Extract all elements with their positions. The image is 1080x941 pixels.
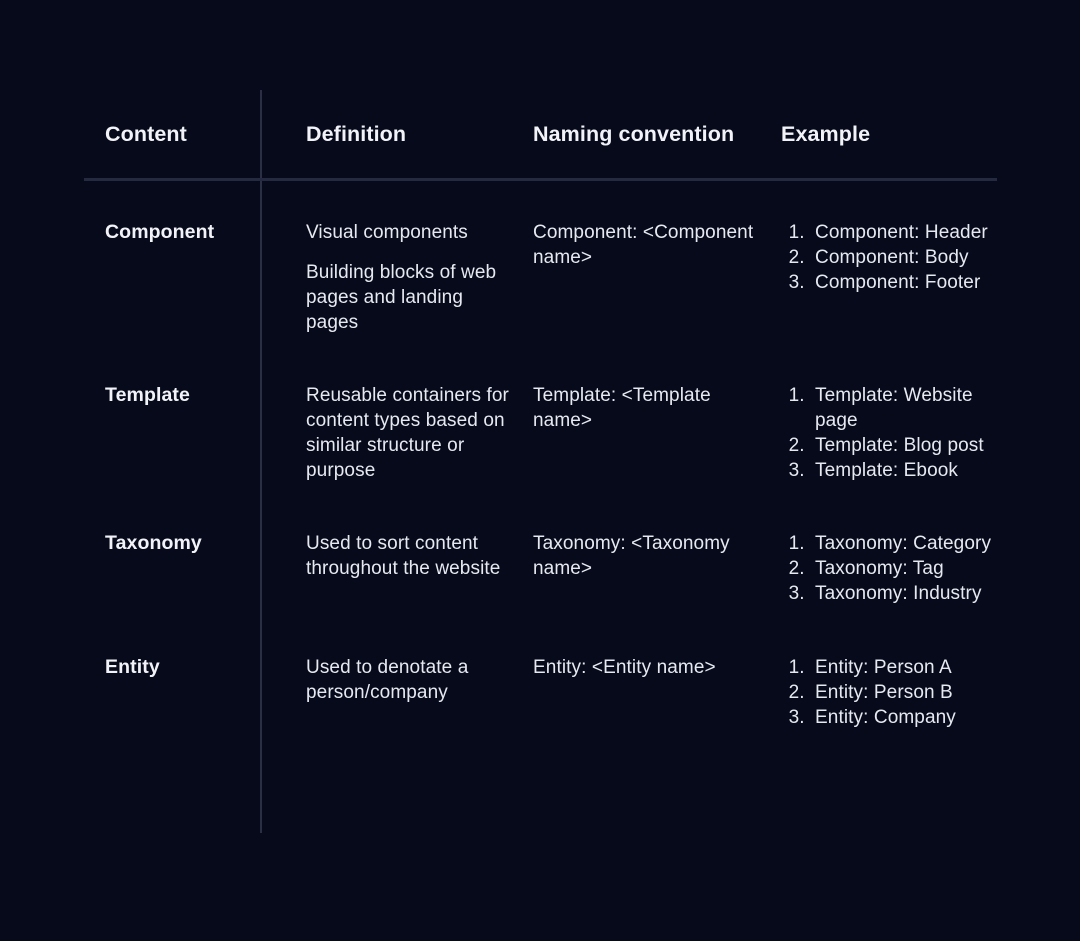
list-item: Template: Website page bbox=[810, 383, 997, 433]
row-content-cell: Component bbox=[84, 220, 283, 335]
row-naming-cell: Component: <Component name> bbox=[509, 220, 758, 335]
list-item: Entity: Person B bbox=[810, 680, 997, 705]
example-list: Component: Header Component: Body Compon… bbox=[781, 220, 997, 295]
table-row: Component Visual components Building blo… bbox=[84, 184, 997, 335]
row-definition-cell: Used to sort content throughout the webs… bbox=[283, 531, 509, 606]
list-item: Component: Footer bbox=[810, 270, 997, 295]
row-label: Template bbox=[105, 383, 190, 406]
definition-paragraph: Building blocks of web pages and landing… bbox=[306, 261, 497, 333]
naming-convention-text: Template: <Template name> bbox=[533, 384, 711, 431]
row-definition-cell: Visual components Building blocks of web… bbox=[283, 220, 509, 335]
definition-paragraph: Used to sort content throughout the webs… bbox=[306, 532, 501, 579]
definition-paragraph: Reusable containers for content types ba… bbox=[306, 384, 509, 481]
column-header-label: Naming convention bbox=[533, 122, 735, 146]
naming-convention-text: Entity: <Entity name> bbox=[533, 656, 716, 678]
row-content-cell: Entity bbox=[84, 655, 283, 730]
row-definition-cell: Reusable containers for content types ba… bbox=[283, 383, 509, 483]
row-example-cell: Entity: Person A Entity: Person B Entity… bbox=[758, 655, 997, 730]
table-row: Entity Used to denotate a person/company… bbox=[84, 606, 997, 730]
list-item: Taxonomy: Category bbox=[810, 531, 997, 556]
table-row: Template Reusable containers for content… bbox=[84, 335, 997, 483]
definition-paragraph: Visual components bbox=[306, 221, 468, 243]
list-item: Template: Ebook bbox=[810, 458, 997, 483]
naming-convention-text: Component: <Component name> bbox=[533, 221, 754, 268]
naming-convention-table: Content Definition Naming convention Exa… bbox=[84, 90, 997, 833]
row-label: Taxonomy bbox=[105, 531, 202, 554]
list-item: Taxonomy: Tag bbox=[810, 556, 997, 581]
list-item: Template: Blog post bbox=[810, 433, 997, 458]
example-list: Entity: Person A Entity: Person B Entity… bbox=[781, 655, 997, 730]
table-header-row: Content Definition Naming convention Exa… bbox=[84, 90, 997, 184]
row-example-cell: Template: Website page Template: Blog po… bbox=[758, 383, 997, 483]
column-header-definition: Definition bbox=[283, 90, 509, 184]
column-header-label: Definition bbox=[306, 122, 407, 146]
definition-text: Visual components Building blocks of web… bbox=[306, 220, 509, 335]
row-example-cell: Component: Header Component: Body Compon… bbox=[758, 220, 997, 335]
list-item: Component: Header bbox=[810, 220, 997, 245]
definition-text: Used to sort content throughout the webs… bbox=[306, 531, 509, 581]
row-label: Component bbox=[105, 220, 215, 243]
column-header-example: Example bbox=[758, 90, 997, 184]
row-example-cell: Taxonomy: Category Taxonomy: Tag Taxonom… bbox=[758, 531, 997, 606]
definition-text: Used to denotate a person/company bbox=[306, 655, 509, 705]
definition-paragraph: Used to denotate a person/company bbox=[306, 656, 469, 703]
row-naming-cell: Template: <Template name> bbox=[509, 383, 758, 483]
naming-convention-text: Taxonomy: <Taxonomy name> bbox=[533, 532, 730, 579]
row-naming-cell: Taxonomy: <Taxonomy name> bbox=[509, 531, 758, 606]
row-naming-cell: Entity: <Entity name> bbox=[509, 655, 758, 730]
list-item: Component: Body bbox=[810, 245, 997, 270]
definition-text: Reusable containers for content types ba… bbox=[306, 383, 509, 483]
table-row: Taxonomy Used to sort content throughout… bbox=[84, 483, 997, 606]
column-header-naming-convention: Naming convention bbox=[509, 90, 758, 184]
page-canvas: Content Definition Naming convention Exa… bbox=[0, 0, 1080, 941]
row-definition-cell: Used to denotate a person/company bbox=[283, 655, 509, 730]
list-item: Taxonomy: Industry bbox=[810, 581, 997, 606]
row-content-cell: Taxonomy bbox=[84, 531, 283, 606]
list-item: Entity: Person A bbox=[810, 655, 997, 680]
list-item: Entity: Company bbox=[810, 705, 997, 730]
example-list: Taxonomy: Category Taxonomy: Tag Taxonom… bbox=[781, 531, 997, 606]
example-list: Template: Website page Template: Blog po… bbox=[781, 383, 997, 483]
column-header-label: Example bbox=[781, 122, 871, 146]
row-content-cell: Template bbox=[84, 383, 283, 483]
row-label: Entity bbox=[105, 655, 160, 678]
column-header-label: Content bbox=[105, 122, 187, 146]
column-header-content: Content bbox=[84, 90, 283, 184]
